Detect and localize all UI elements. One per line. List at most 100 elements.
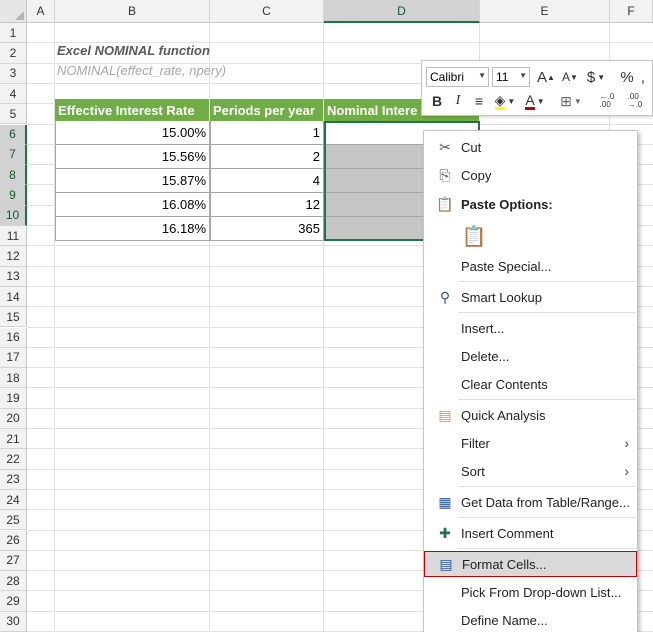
menu-item-sort[interactable]: Sort › <box>424 458 637 484</box>
decrease-decimal-button[interactable]: .00 →.0 <box>622 91 648 111</box>
row-header[interactable]: 6 <box>0 124 27 145</box>
font-name-value: Calibri <box>430 70 465 84</box>
table-cell-rate[interactable]: 16.18% <box>55 217 210 241</box>
increase-decimal-icon: ←.0 .00 <box>599 92 615 109</box>
font-name-box[interactable]: Calibri ▼ <box>426 67 489 87</box>
font-color-button[interactable]: A ▼ <box>522 91 548 111</box>
menu-item-insert[interactable]: Insert... <box>424 315 637 341</box>
menu-item-label: Paste Options: <box>461 196 553 212</box>
row-header[interactable]: 18 <box>0 368 27 389</box>
row-header[interactable]: 5 <box>0 104 27 125</box>
paste-option-button[interactable]: 📋 <box>424 221 637 251</box>
currency-button[interactable]: $ ▼ <box>584 67 608 87</box>
chevron-down-icon: ▼ <box>519 71 527 80</box>
decrease-font-button[interactable]: A ▼ <box>560 67 580 87</box>
borders-button[interactable]: ⊞ ▼ <box>558 91 584 111</box>
increase-decimal-button[interactable]: ←.0 .00 <box>594 91 620 111</box>
row-header[interactable]: 24 <box>0 489 27 511</box>
comma-button[interactable]: , <box>636 67 650 87</box>
menu-item-paste-special[interactable]: Paste Special... <box>424 253 637 279</box>
align-center-button[interactable]: ≡ <box>470 91 488 111</box>
menu-item-format-cells[interactable]: ▤ Format Cells... <box>424 551 637 577</box>
currency-icon: $ <box>586 68 596 86</box>
sheet-syntax: NOMINAL(effect_rate, npery) <box>57 63 227 78</box>
row-header[interactable]: 8 <box>0 165 27 186</box>
row-header[interactable]: 27 <box>0 550 27 572</box>
row-header[interactable]: 25 <box>0 510 27 531</box>
row-header[interactable]: 21 <box>0 429 27 450</box>
increase-font-button[interactable]: A ▲ <box>536 67 556 87</box>
menu-item-label: Insert Comment <box>461 525 554 541</box>
row-header[interactable]: 7 <box>0 144 27 166</box>
column-header-c[interactable]: C <box>210 0 324 23</box>
shrink-font-icon: A <box>562 70 571 84</box>
menu-item-pick-list[interactable]: Pick From Drop-down List... <box>424 579 637 605</box>
column-header-b[interactable]: B <box>55 0 210 23</box>
fill-color-button[interactable]: ◈ ▼ <box>492 91 518 111</box>
menu-item-filter[interactable]: Filter › <box>424 430 637 456</box>
context-menu: ✂ Cut ⎘ Copy 📋 Paste Options: 📋 Paste Speci… <box>423 130 638 632</box>
column-header-d[interactable]: D <box>324 0 480 23</box>
table-cell-periods[interactable]: 4 <box>210 169 324 193</box>
chevron-right-icon: › <box>624 435 629 451</box>
row-header[interactable]: 14 <box>0 286 27 308</box>
menu-item-insert-comment[interactable]: ✚ Insert Comment <box>424 520 637 546</box>
row-header[interactable]: 1 <box>0 23 27 44</box>
scissors-icon: ✂ <box>439 138 451 155</box>
column-header-f[interactable]: F <box>610 0 653 23</box>
menu-item-clear-contents[interactable]: Clear Contents <box>424 371 637 397</box>
menu-item-delete[interactable]: Delete... <box>424 343 637 369</box>
menu-item-cut[interactable]: ✂ Cut <box>424 134 637 160</box>
percent-button[interactable]: % <box>618 67 636 87</box>
table-cell-periods[interactable]: 2 <box>210 145 324 169</box>
menu-item-define-name[interactable]: Define Name... <box>424 607 637 632</box>
table-cell-periods[interactable]: 365 <box>210 217 324 241</box>
row-header[interactable]: 15 <box>0 307 27 328</box>
menu-item-label: Filter <box>461 435 490 451</box>
row-header[interactable]: 29 <box>0 591 27 612</box>
row-header[interactable]: 3 <box>0 63 27 84</box>
table-cell-periods[interactable]: 12 <box>210 193 324 217</box>
borders-icon: ⊞ <box>560 92 572 109</box>
select-all-corner[interactable] <box>0 0 27 23</box>
menu-item-copy[interactable]: ⎘ Copy <box>424 162 637 188</box>
comment-icon: ✚ <box>439 524 451 541</box>
row-header[interactable]: 13 <box>0 266 27 287</box>
row-header[interactable]: 23 <box>0 469 27 490</box>
quick-analysis-icon: ▤ <box>438 406 452 423</box>
align-center-icon: ≡ <box>474 93 484 109</box>
row-header[interactable]: 12 <box>0 246 27 267</box>
table-icon: ▦ <box>438 493 452 510</box>
table-header-rate: Effective Interest Rate <box>55 99 210 121</box>
row-header[interactable]: 22 <box>0 449 27 470</box>
row-header[interactable]: 16 <box>0 327 27 348</box>
row-header[interactable]: 2 <box>0 43 27 64</box>
italic-button[interactable]: I <box>449 91 467 111</box>
column-header-e[interactable]: E <box>480 0 610 23</box>
font-size-box[interactable]: 11 ▼ <box>492 67 530 87</box>
row-header[interactable]: 30 <box>0 611 27 632</box>
bold-button[interactable]: B <box>428 91 446 111</box>
menu-separator <box>458 281 636 282</box>
column-header-a[interactable]: A <box>27 0 55 23</box>
row-header[interactable]: 9 <box>0 185 27 206</box>
table-cell-rate[interactable]: 15.56% <box>55 145 210 169</box>
row-header[interactable]: 20 <box>0 408 27 429</box>
menu-item-get-data[interactable]: ▦ Get Data from Table/Range... <box>424 489 637 515</box>
menu-item-quick-analysis[interactable]: ▤ Quick Analysis <box>424 402 637 428</box>
menu-item-label: Clear Contents <box>461 376 548 392</box>
table-cell-rate[interactable]: 15.00% <box>55 121 210 145</box>
table-cell-rate[interactable]: 15.87% <box>55 169 210 193</box>
menu-item-label: Sort <box>461 463 485 479</box>
row-header[interactable]: 17 <box>0 347 27 369</box>
table-cell-rate[interactable]: 16.08% <box>55 193 210 217</box>
row-header[interactable]: 4 <box>0 83 27 105</box>
row-header[interactable]: 19 <box>0 388 27 409</box>
menu-item-smart-lookup[interactable]: ⚲ Smart Lookup <box>424 284 637 310</box>
row-header[interactable]: 10 <box>0 205 27 226</box>
row-header[interactable]: 11 <box>0 226 27 247</box>
row-header[interactable]: 26 <box>0 530 27 551</box>
table-cell-periods[interactable]: 1 <box>210 121 324 145</box>
fill-bucket-icon: ◈ <box>494 91 506 110</box>
row-header[interactable]: 28 <box>0 571 27 592</box>
